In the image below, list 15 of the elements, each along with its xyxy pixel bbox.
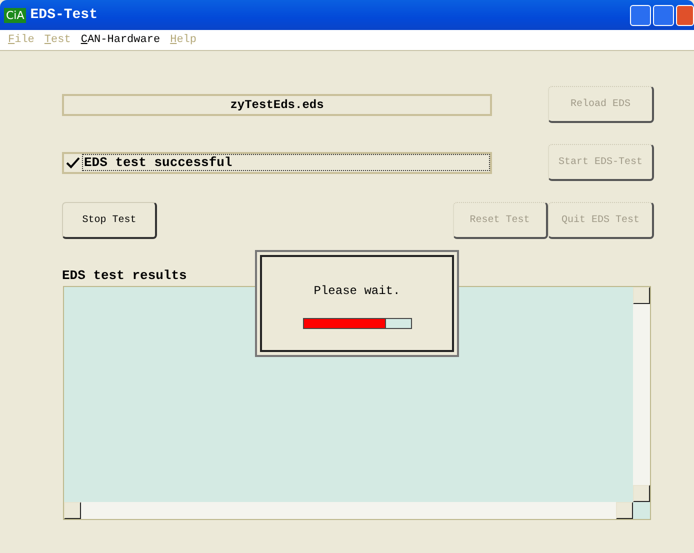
window-title: EDS-Test [30, 7, 98, 23]
file-field: zyTestEds.eds [62, 94, 492, 116]
app-logo: CiA [4, 8, 26, 22]
results-label: EDS test results [62, 268, 188, 283]
scroll-down-button[interactable] [633, 485, 650, 502]
minimize-button[interactable] [630, 4, 651, 26]
close-button[interactable] [676, 4, 694, 26]
stop-button[interactable]: Stop Test [62, 202, 158, 239]
scroll-up-button[interactable] [633, 287, 650, 304]
menu-item[interactable]: CAN-Hardware [80, 34, 160, 46]
status-label: EDS test successful [82, 154, 490, 171]
scroll-left-button[interactable] [64, 502, 81, 519]
scroll-right-button[interactable] [616, 502, 633, 519]
maximize-button[interactable] [653, 4, 674, 26]
wait-message: Please wait. [314, 284, 400, 298]
